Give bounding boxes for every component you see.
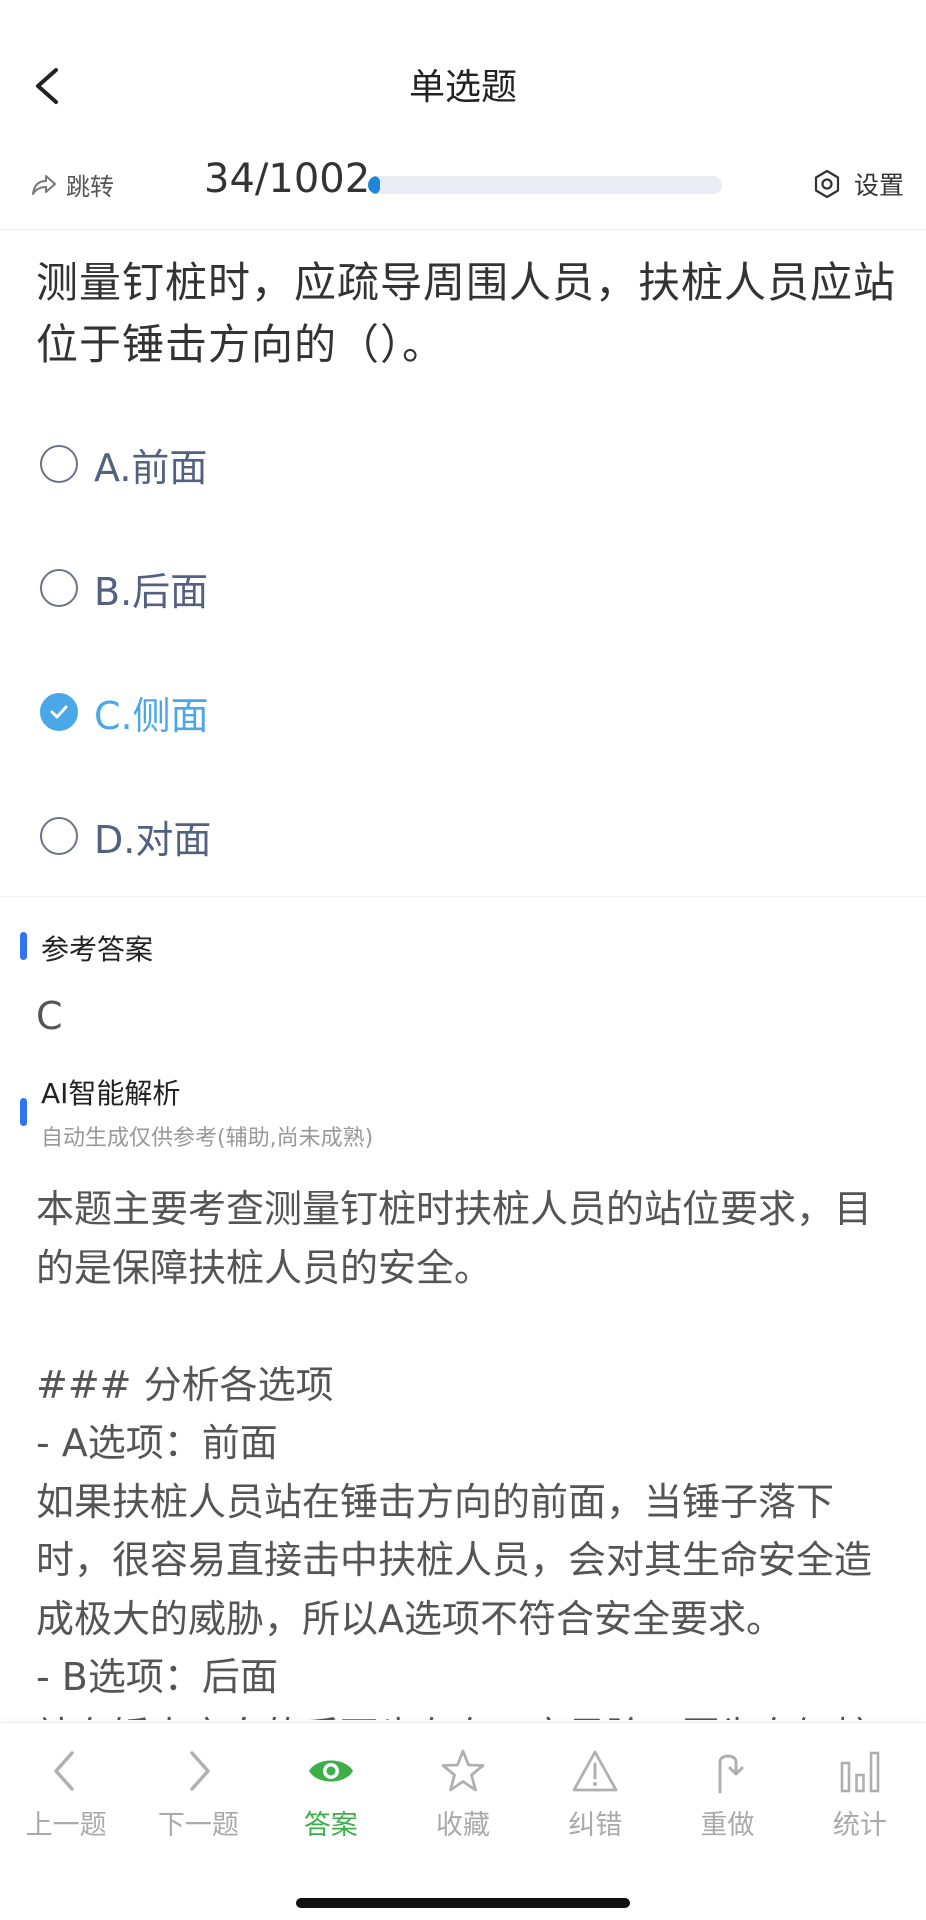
nav-label: 重做 <box>700 1810 755 1841</box>
nav-label: 统计 <box>832 1810 887 1841</box>
nav-label: 下一题 <box>157 1810 239 1841</box>
reference-answer: C <box>36 994 63 1038</box>
nav-answer[interactable]: 答案 <box>265 1723 397 1843</box>
question-toolbar: 跳转 34/1002 设置 <box>0 150 926 230</box>
progress-fill <box>368 176 381 194</box>
option-label: A.前面 <box>94 445 208 490</box>
ai-analysis-header: AI智能解析 自动生成仅供参考(辅助,尚未成熟) <box>20 1072 373 1152</box>
option-label: D.对面 <box>94 817 212 862</box>
question-text: 测量钉桩时，应疏导周围人员，扶桩人员应站位于锤击方向的（）。 <box>36 258 897 369</box>
share-arrow-icon <box>32 175 56 195</box>
nav-label: 上一题 <box>25 1810 107 1841</box>
section-marker <box>20 1098 27 1126</box>
radio-icon <box>40 445 78 483</box>
nav-previous[interactable]: 上一题 <box>0 1723 132 1843</box>
ai-analysis-title: AI智能解析 <box>41 1077 181 1110</box>
nav-statistics[interactable]: 统计 <box>794 1723 926 1843</box>
option-a[interactable]: A.前面 <box>0 402 926 526</box>
nav-next[interactable]: 下一题 <box>132 1723 264 1843</box>
option-label: C.侧面 <box>94 693 209 738</box>
progress-bar <box>368 176 722 194</box>
jump-button[interactable]: 跳转 <box>30 164 114 204</box>
home-indicator <box>296 1898 630 1908</box>
warning-icon <box>571 1747 619 1795</box>
chevron-left-icon <box>42 1747 90 1795</box>
option-label: B.后面 <box>94 569 209 614</box>
check-circle-icon <box>40 693 78 731</box>
radio-icon <box>40 817 78 855</box>
eye-icon <box>307 1747 355 1795</box>
redo-icon <box>704 1747 752 1795</box>
settings-button[interactable]: 设置 <box>812 164 904 204</box>
bar-chart-icon <box>836 1747 884 1795</box>
radio-icon <box>40 569 78 607</box>
ai-analysis-body: 本题主要考查测量钉桩时扶桩人员的站位要求，目的是保障扶桩人员的安全。 ### 分… <box>36 1187 873 1720</box>
reference-title: 参考答案 <box>41 933 154 966</box>
ai-analysis-subtitle: 自动生成仅供参考(辅助,尚未成熟) <box>41 1126 374 1151</box>
progress-counter: 34/1002 <box>204 156 371 202</box>
chevron-right-icon <box>174 1747 222 1795</box>
gear-icon <box>814 169 840 199</box>
option-d[interactable]: D.对面 <box>0 774 926 898</box>
option-b[interactable]: B.后面 <box>0 526 926 650</box>
nav-redo[interactable]: 重做 <box>661 1723 793 1843</box>
jump-label: 跳转 <box>66 172 114 201</box>
header: 单选题 <box>0 0 926 170</box>
star-icon <box>439 1747 487 1795</box>
bottom-nav: 上一题 下一题 答案 收藏 纠错 重做 统计 <box>0 1722 926 1920</box>
nav-report-error[interactable]: 纠错 <box>529 1723 661 1843</box>
nav-favorite[interactable]: 收藏 <box>397 1723 529 1843</box>
settings-label: 设置 <box>853 171 904 200</box>
nav-label: 纠错 <box>568 1810 623 1841</box>
nav-label: 答案 <box>303 1810 358 1841</box>
section-marker <box>20 932 27 960</box>
page-title: 单选题 <box>408 67 517 108</box>
option-c[interactable]: C.侧面 <box>0 650 926 774</box>
divider <box>0 896 926 897</box>
options-list: A.前面 B.后面 C.侧面 D.对面 <box>0 402 926 898</box>
reference-section-header: 参考答案 <box>20 928 153 968</box>
nav-label: 收藏 <box>435 1810 490 1841</box>
